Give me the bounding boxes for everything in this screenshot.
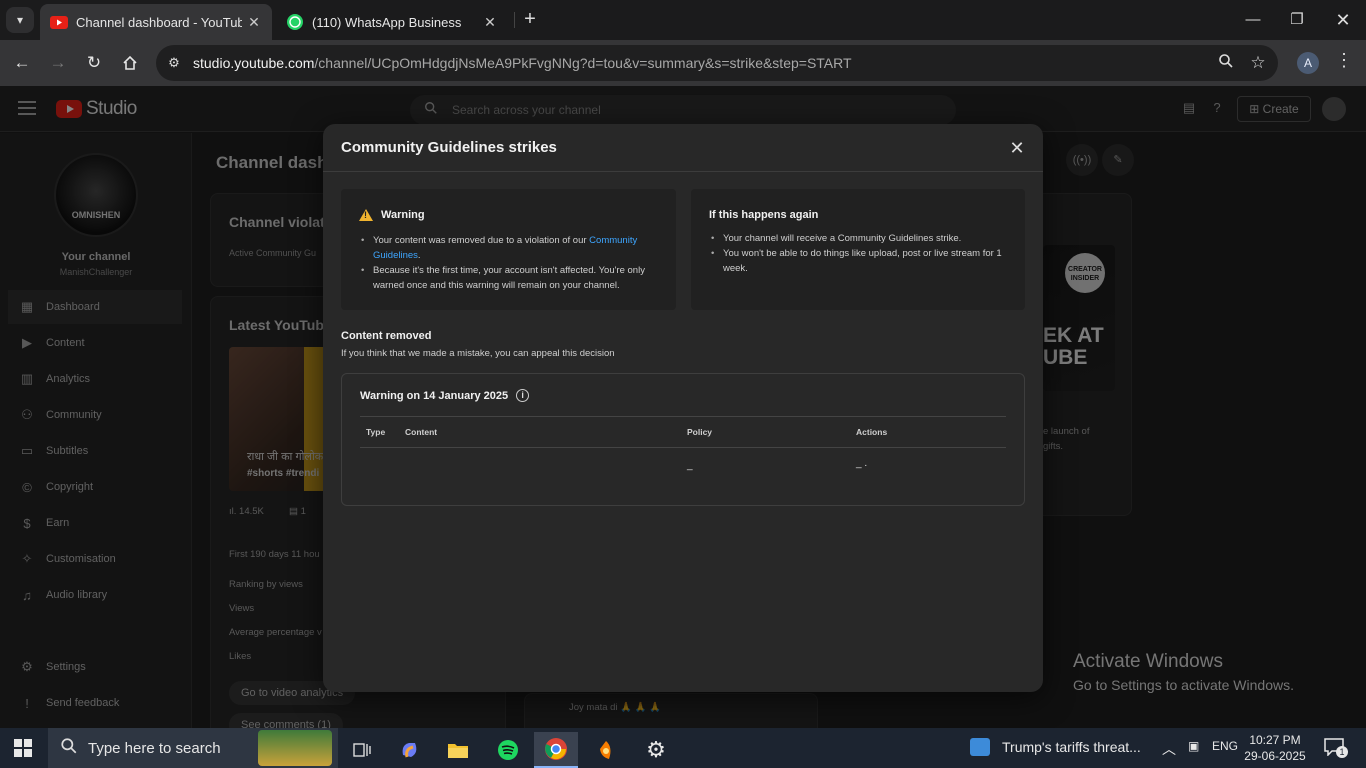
appeal-text: If you think that we made a mistake, you… — [341, 348, 615, 359]
list-item: Your channel will receive a Community Gu… — [709, 231, 1009, 246]
file-explorer-icon[interactable] — [436, 732, 480, 768]
content-removed-heading: Content removed — [341, 330, 432, 342]
bookmark-star-icon[interactable]: ☆ — [1248, 53, 1268, 73]
activate-windows-subtitle: Go to Settings to activate Windows. — [1073, 677, 1294, 693]
notifications-icon[interactable]: 1 — [1324, 738, 1348, 758]
warning-icon — [359, 209, 373, 221]
warning-detail-card: Warning on 14 January 2025 i Type Conten… — [341, 373, 1025, 506]
tray-overflow-icon[interactable]: ︿ — [1162, 739, 1176, 759]
minimize-button[interactable]: — — [1238, 6, 1268, 34]
tab-title: (110) WhatsApp Business — [312, 14, 462, 30]
browser-toolbar: ← → ↻ ⚙ studio.youtube.com/channel/UCpOm… — [0, 40, 1366, 86]
again-heading: If this happens again — [709, 209, 819, 221]
list-item: Because it's the first time, your accoun… — [359, 263, 659, 293]
home-icon — [123, 55, 137, 70]
list-item: Your content was removed due to a violat… — [359, 233, 659, 263]
policy-cell: _ — [687, 460, 693, 471]
activate-windows-title: Activate Windows — [1073, 651, 1223, 672]
browser-tab-bar: ▾ Channel dashboard - YouTube S ✕ (110) … — [0, 0, 1366, 40]
meet-now-icon[interactable]: ▣ — [1188, 739, 1199, 753]
reload-button[interactable]: ↻ — [80, 49, 108, 77]
whatsapp-favicon-icon — [286, 13, 304, 31]
search-highlight-image — [258, 730, 332, 766]
address-bar[interactable]: ⚙ studio.youtube.com/channel/UCpOmHdgdjN… — [156, 45, 1278, 81]
tab-title: Channel dashboard - YouTube S — [76, 14, 242, 30]
tab-youtube-studio[interactable]: Channel dashboard - YouTube S ✕ — [40, 4, 272, 40]
warning-list: Your content was removed due to a violat… — [359, 233, 659, 293]
column-header-actions: Actions — [856, 427, 888, 437]
tab-search-button[interactable]: ▾ — [6, 7, 34, 33]
language-indicator[interactable]: ENG — [1212, 739, 1238, 753]
warning-date: Warning on 14 January 2025 i — [360, 389, 530, 402]
restore-button[interactable]: ❐ — [1282, 6, 1312, 34]
taskbar-search-input[interactable]: Type here to search — [48, 728, 338, 768]
settings-gear-icon[interactable]: ⚙ — [634, 732, 678, 768]
task-view-icon[interactable] — [340, 732, 384, 768]
reload-icon: ↻ — [86, 53, 102, 72]
news-widget[interactable]: Trump's tariffs threat... — [970, 738, 1141, 756]
table-divider — [360, 447, 1006, 448]
forward-button[interactable]: → — [44, 49, 72, 77]
zoom-icon[interactable] — [1216, 53, 1236, 73]
arrow-right-icon: → — [49, 53, 67, 72]
notification-count-badge: 1 — [1336, 746, 1348, 758]
table-divider — [360, 416, 1006, 417]
fl-studio-icon[interactable] — [584, 732, 628, 768]
copilot-icon[interactable] — [388, 732, 432, 768]
close-icon: ✕ — [1335, 10, 1351, 30]
list-item: You won't be able to do things like uplo… — [709, 246, 1009, 276]
close-tab-icon[interactable]: ✕ — [478, 10, 502, 34]
url-text[interactable]: studio.youtube.com/channel/UCpOmHdgdjNsM… — [193, 55, 852, 71]
close-dialog-button[interactable]: ✕ — [1005, 136, 1029, 160]
if-happens-again-box: If this happens again Your channel will … — [691, 189, 1025, 310]
column-header-type: Type — [366, 427, 386, 437]
strikes-dialog: Community Guidelines strikes ✕ Warning Y… — [323, 124, 1043, 692]
again-list: Your channel will receive a Community Gu… — [709, 231, 1009, 276]
windows-taskbar: Type here to search ⚙ Trump's tariffs th… — [0, 728, 1366, 768]
column-header-content: Content — [405, 427, 438, 437]
chrome-icon[interactable] — [534, 732, 578, 768]
close-tab-icon[interactable]: ✕ — [242, 10, 266, 34]
dialog-divider — [323, 171, 1043, 172]
home-button[interactable] — [116, 49, 144, 77]
chevron-down-icon: ▾ — [16, 13, 24, 27]
arrow-left-icon: ← — [13, 53, 31, 72]
clock[interactable]: 10:27 PM 29-06-2025 — [1236, 732, 1314, 764]
back-button[interactable]: ← — [8, 49, 36, 77]
close-icon: ✕ — [1009, 138, 1025, 158]
search-icon — [60, 737, 78, 760]
minimize-icon: — — [1245, 11, 1261, 28]
profile-avatar[interactable]: A — [1297, 52, 1319, 74]
warning-heading: Warning — [359, 209, 425, 221]
actions-cell[interactable]: _ . — [856, 458, 867, 469]
tab-whatsapp[interactable]: (110) WhatsApp Business ✕ — [276, 4, 508, 40]
news-icon — [970, 738, 990, 756]
spotify-icon[interactable] — [486, 732, 530, 768]
more-menu-icon[interactable]: ⋮ — [1334, 50, 1354, 76]
new-tab-button[interactable]: + — [518, 8, 542, 32]
close-window-button[interactable]: ✕ — [1328, 6, 1358, 34]
restore-icon: ❐ — [1290, 11, 1304, 28]
tab-divider — [514, 12, 515, 28]
info-icon[interactable]: i — [516, 389, 530, 402]
site-info-icon[interactable]: ⚙ — [164, 53, 184, 73]
plus-icon: + — [524, 8, 536, 30]
windows-start-icon[interactable] — [14, 739, 32, 757]
warning-box: Warning Your content was removed due to … — [341, 189, 676, 310]
dialog-title: Community Guidelines strikes — [341, 139, 557, 156]
column-header-policy: Policy — [687, 427, 713, 437]
youtube-favicon-icon — [50, 13, 68, 31]
